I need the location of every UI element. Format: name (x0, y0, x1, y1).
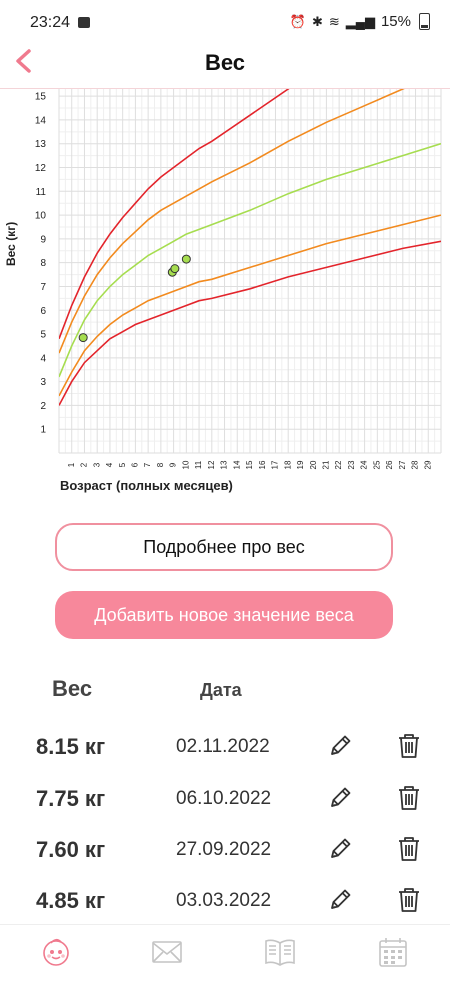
battery-percent: 15% (380, 13, 411, 30)
x-tick-label: 4 (105, 462, 114, 467)
y-tick-label: 10 (35, 211, 47, 222)
weight-chart-svg: 1234567891011121314151 2 3 4 5 6 7 8 9 10 11 12 13 14… (35, 89, 442, 469)
trash-icon[interactable] (396, 732, 422, 760)
chart-x-label: Возраст (полных месяцев) (60, 478, 233, 493)
x-tick-label: 6 (131, 462, 140, 467)
data-point (78, 333, 88, 343)
y-tick-label: 9 (40, 234, 46, 245)
x-tick-label: 16 (258, 460, 267, 469)
y-tick-label: 12 (35, 163, 47, 174)
x-tick-label: 22 (334, 460, 343, 469)
bluetooth-icon: ✱ (311, 13, 323, 29)
row-date: 06.10.2022 (176, 788, 272, 809)
x-tick-label: 23 (347, 460, 356, 469)
x-tick-label: 11 (194, 460, 203, 469)
y-tick-label: 14 (35, 115, 47, 126)
pencil-icon[interactable] (326, 886, 354, 914)
app-bar: Вес (0, 48, 450, 90)
x-tick-label: 21 (322, 460, 331, 469)
x-tick-label: 19 (296, 460, 305, 469)
row-date: 27.09.2022 (176, 839, 272, 860)
table-row: 4.85 кг 03.03.2022 (0, 884, 450, 928)
gallery-icon (78, 17, 90, 28)
trash-icon[interactable] (396, 886, 422, 914)
y-tick-label: 13 (35, 139, 47, 150)
y-tick-label: 6 (40, 306, 46, 317)
y-tick-label: 5 (40, 330, 46, 341)
table-row: 7.60 кг 27.09.2022 (0, 833, 450, 877)
x-tick-label: 13 (220, 460, 229, 469)
table-header: Вес Дата (0, 676, 450, 706)
row-weight: 7.75 кг (36, 786, 106, 811)
table-row: 8.15 кг 02.11.2022 (0, 730, 450, 774)
x-tick-label: 26 (385, 460, 394, 469)
chart-y-label: Вес (кг) (4, 221, 18, 266)
x-tick-label: 20 (309, 460, 318, 469)
x-tick-label: 28 (411, 460, 420, 469)
baby-face-icon[interactable] (39, 935, 73, 969)
add-weight-button[interactable]: Добавить новое значение веса (55, 591, 393, 639)
trash-icon[interactable] (396, 835, 422, 863)
bottom-nav (0, 925, 450, 1000)
x-tick-label: 5 (118, 462, 127, 467)
y-tick-label: 15 (35, 92, 47, 103)
x-tick-label: 1 (67, 462, 76, 467)
x-tick-label: 14 (232, 460, 241, 469)
y-tick-label: 3 (40, 377, 46, 388)
x-tick-label: 10 (181, 460, 190, 469)
weight-details-button[interactable]: Подробнее про вес (55, 523, 393, 571)
y-tick-label: 2 (40, 401, 46, 412)
page-title: Вес (204, 50, 246, 75)
pencil-icon[interactable] (326, 732, 354, 760)
book-icon[interactable] (263, 935, 297, 969)
calendar-icon[interactable] (376, 935, 410, 969)
y-tick-label: 11 (36, 187, 47, 198)
x-tick-label: 17 (271, 460, 280, 469)
alarm-icon: ⏰ (289, 13, 306, 29)
data-point (181, 254, 191, 264)
row-weight: 4.85 кг (36, 888, 106, 913)
signal-icon: ▂▄▆ (345, 13, 375, 29)
trash-icon[interactable] (396, 784, 422, 812)
x-tick-label: 7 (143, 462, 152, 467)
x-tick-label: 27 (398, 460, 407, 469)
x-tick-label: 18 (283, 460, 292, 469)
status-bar: 23:24 ⏰ ✱ ≋ ▂▄▆ 15% (0, 0, 450, 48)
y-tick-label: 7 (40, 282, 46, 293)
column-header-weight: Вес (52, 676, 93, 701)
battery-icon (419, 13, 430, 30)
pencil-icon[interactable] (326, 835, 354, 863)
y-tick-label: 8 (40, 258, 46, 269)
x-tick-label: 3 (92, 462, 101, 467)
row-weight: 7.60 кг (36, 837, 106, 862)
status-time: 23:24 (30, 14, 71, 31)
x-tick-label: 8 (156, 462, 165, 467)
y-tick-label: 4 (40, 353, 46, 364)
data-point (170, 264, 180, 274)
column-header-date: Дата (200, 680, 242, 700)
x-tick-label: 12 (207, 460, 216, 469)
status-icons: ⏰ ✱ ≋ ▂▄▆ 15% (290, 13, 430, 30)
mail-icon[interactable] (150, 935, 184, 969)
weight-chart: 1 2 3 4 5 6 7 8 9 10 11 12 13 14 15 1 2 3 4 5 6 7 8 9 10 11 12 13 14… (0, 89, 450, 509)
pencil-icon[interactable] (326, 784, 354, 812)
y-tick-label: 1 (40, 425, 46, 436)
x-tick-label: 2 (80, 462, 89, 467)
x-tick-label: 25 (372, 460, 381, 469)
table-row: 7.75 кг 06.10.2022 (0, 782, 450, 826)
x-tick-label: 29 (423, 460, 432, 469)
x-tick-label: 15 (245, 460, 254, 469)
x-tick-label: 9 (169, 462, 178, 467)
row-weight: 8.15 кг (36, 734, 106, 759)
x-tick-label: 24 (360, 460, 369, 469)
row-date: 02.11.2022 (176, 736, 270, 757)
row-date: 03.03.2022 (176, 890, 272, 911)
wifi-icon: ≋ (328, 13, 340, 29)
